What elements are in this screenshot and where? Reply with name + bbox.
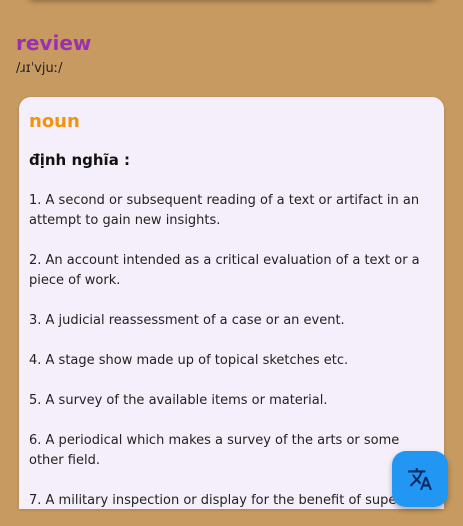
definition-item: 2. An account intended as a critical eva…	[29, 253, 420, 288]
definition-item: 6. A periodical which makes a survey of …	[29, 433, 400, 468]
part-of-speech: noun	[29, 111, 80, 132]
definition-item: 7. A military inspection or display for …	[29, 493, 430, 508]
definition-item: 5. A survey of the available items or ma…	[29, 393, 328, 408]
definitions-heading: định nghĩa :	[29, 151, 131, 169]
translate-button[interactable]	[392, 451, 448, 507]
definition-card: noun định nghĩa : 1. A second or subsequ…	[19, 97, 444, 509]
definition-item: 4. A stage show made up of topical sketc…	[29, 353, 349, 368]
translate-icon	[407, 466, 433, 492]
definitions-list: 1. A second or subsequent reading of a t…	[29, 191, 432, 509]
word-title: review	[16, 31, 92, 55]
definition-item: 3. A judicial reassessment of a case or …	[29, 313, 345, 328]
definition-item: 1. A second or subsequent reading of a t…	[29, 193, 420, 228]
phonetic-text: /ɹɪˈvjuː/	[16, 61, 63, 76]
